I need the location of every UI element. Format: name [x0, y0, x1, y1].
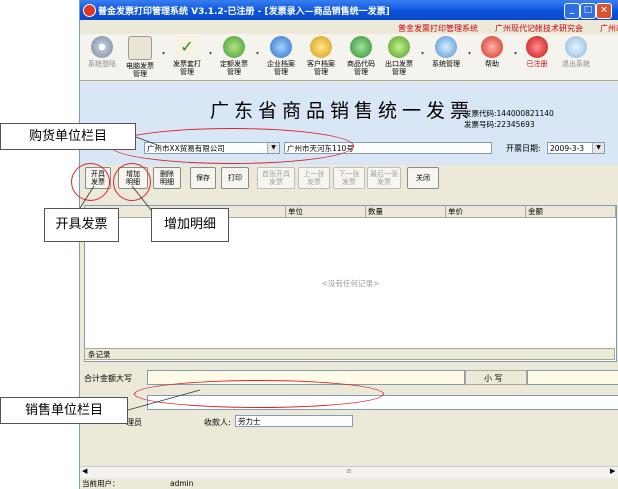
- seller-leader-line: [127, 389, 201, 411]
- buyer-section-callout: 购货单位栏目: [0, 123, 136, 150]
- add-leader-line: [131, 185, 152, 211]
- add-detail-callout: 增加明细: [151, 208, 229, 242]
- issue-leader-line: [79, 185, 95, 209]
- seller-section-callout: 销售单位栏目: [0, 397, 128, 424]
- buyer-leader-line: [135, 136, 161, 147]
- issue-invoice-callout: 开具发票: [44, 208, 119, 242]
